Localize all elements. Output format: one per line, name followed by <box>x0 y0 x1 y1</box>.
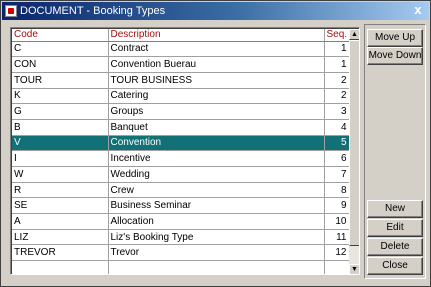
cell-seq[interactable] <box>324 260 350 274</box>
table-row[interactable]: B Banquet 4 <box>12 119 350 136</box>
cell-seq[interactable]: 1 <box>324 41 350 58</box>
delete-button[interactable]: Delete <box>367 238 423 256</box>
header-row: Code Description Seq. <box>12 29 350 42</box>
cell-description[interactable]: Liz's Booking Type <box>108 229 325 246</box>
table-row[interactable]: TREVOR Trevor 12 <box>12 244 350 262</box>
table-row[interactable]: SE Business Seminar 9 <box>12 197 350 215</box>
cell-description[interactable] <box>108 260 325 274</box>
table-row[interactable]: LIZ Liz's Booking Type 11 <box>12 229 350 246</box>
cell-code[interactable] <box>12 260 109 274</box>
cell-code[interactable]: R <box>12 182 109 199</box>
cell-description[interactable]: Crew <box>108 182 325 199</box>
cell-seq[interactable]: 5 <box>324 135 350 152</box>
cell-seq[interactable]: 1 <box>324 56 350 73</box>
cell-seq[interactable]: 2 <box>324 72 350 89</box>
table-row[interactable] <box>12 260 350 274</box>
cell-description[interactable]: Convention Buerau <box>108 56 325 73</box>
cell-description[interactable]: TOUR BUSINESS <box>108 72 325 89</box>
cell-code[interactable]: B <box>12 119 109 136</box>
booking-types-grid: Code Description Seq. C Contract 1 CON Conve… <box>10 27 360 275</box>
move-up-button[interactable]: Move Up <box>367 29 423 47</box>
cell-code[interactable]: TREVOR <box>12 244 109 262</box>
cell-description[interactable]: Convention <box>108 135 325 152</box>
table-row[interactable]: G Groups 3 <box>12 103 350 120</box>
cell-description[interactable]: Incentive <box>108 150 325 167</box>
table-row[interactable]: TOUR TOUR BUSINESS 2 <box>12 72 350 89</box>
table-row[interactable]: I Incentive 6 <box>12 150 350 167</box>
cell-code[interactable]: C <box>12 41 109 58</box>
close-window-icon[interactable]: x <box>410 3 426 17</box>
cell-code[interactable]: CON <box>12 56 109 73</box>
table-row[interactable]: CON Convention Buerau 1 <box>12 56 350 73</box>
cell-code[interactable]: W <box>12 166 109 183</box>
cell-seq[interactable]: 2 <box>324 88 350 105</box>
table-row[interactable]: W Wedding 7 <box>12 166 350 183</box>
cell-code[interactable]: V <box>12 135 109 152</box>
cell-seq[interactable]: 9 <box>324 197 350 215</box>
cell-description[interactable]: Contract <box>108 41 325 58</box>
cell-description[interactable]: Allocation <box>108 213 325 230</box>
cell-seq[interactable]: 3 <box>324 103 350 120</box>
cell-seq[interactable]: 12 <box>324 244 350 262</box>
close-button[interactable]: Close <box>367 257 423 275</box>
table-row[interactable]: V Convention 5 <box>12 135 350 152</box>
scroll-down-arrow-icon[interactable]: ▼ <box>349 264 359 274</box>
table-row[interactable]: K Catering 2 <box>12 88 350 105</box>
booking-types-window: DOCUMENT - Booking Types x Code Descript… <box>0 0 431 287</box>
cell-seq[interactable]: 6 <box>324 150 350 167</box>
cell-description[interactable]: Wedding <box>108 166 325 183</box>
cell-seq[interactable]: 11 <box>324 229 350 246</box>
column-header-description[interactable]: Description <box>108 29 325 42</box>
move-down-button[interactable]: Move Down <box>367 47 423 65</box>
cell-code[interactable]: LIZ <box>12 229 109 246</box>
scroll-thumb[interactable] <box>349 40 359 246</box>
table-row[interactable]: A Allocation 10 <box>12 213 350 230</box>
cell-seq[interactable]: 7 <box>324 166 350 183</box>
title-bar[interactable]: DOCUMENT - Booking Types x <box>2 2 429 20</box>
app-icon <box>5 5 17 17</box>
cell-code[interactable]: G <box>12 103 109 120</box>
cell-description[interactable]: Groups <box>108 103 325 120</box>
column-header-code[interactable]: Code <box>12 29 109 42</box>
column-header-seq[interactable]: Seq. <box>324 29 350 42</box>
edit-button[interactable]: Edit <box>367 219 423 237</box>
cell-code[interactable]: K <box>12 88 109 105</box>
vertical-scrollbar[interactable]: ▲ ▼ <box>349 29 359 274</box>
cell-description[interactable]: Trevor <box>108 244 325 262</box>
scroll-up-arrow-icon[interactable]: ▲ <box>349 29 359 40</box>
cell-code[interactable]: TOUR <box>12 72 109 89</box>
cell-code[interactable]: SE <box>12 197 109 215</box>
window-title: DOCUMENT - Booking Types <box>20 5 166 17</box>
table-row[interactable]: C Contract 1 <box>12 41 350 58</box>
action-panel: Move Up Move Down New Edit Delete Close <box>364 24 426 279</box>
cell-seq[interactable]: 4 <box>324 119 350 136</box>
cell-code[interactable]: I <box>12 150 109 167</box>
cell-code[interactable]: A <box>12 213 109 230</box>
cell-seq[interactable]: 8 <box>324 182 350 199</box>
cell-description[interactable]: Banquet <box>108 119 325 136</box>
booking-types-table: Code Description Seq. C Contract 1 CON Conve… <box>12 29 350 274</box>
cell-description[interactable]: Business Seminar <box>108 197 325 215</box>
cell-description[interactable]: Catering <box>108 88 325 105</box>
new-button[interactable]: New <box>367 200 423 218</box>
table-row[interactable]: R Crew 8 <box>12 182 350 199</box>
cell-seq[interactable]: 10 <box>324 213 350 230</box>
